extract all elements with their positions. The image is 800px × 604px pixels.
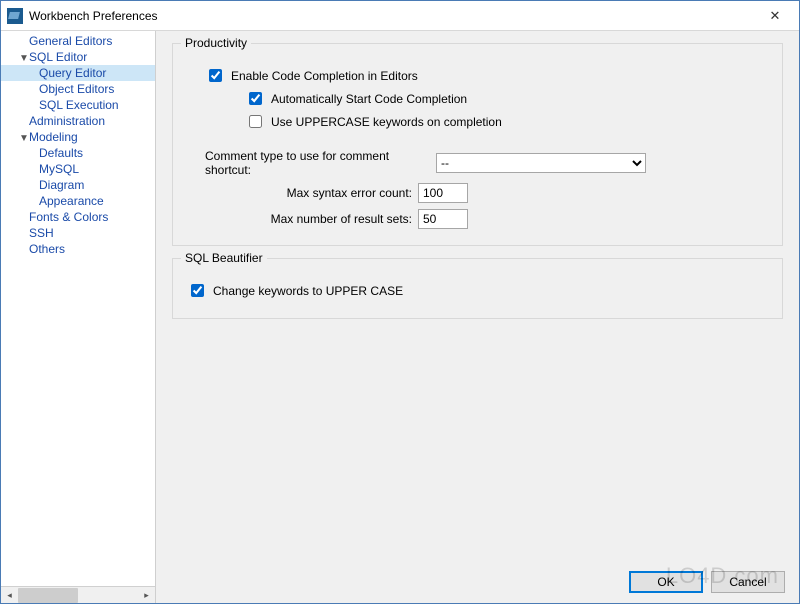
enable-cc-label[interactable]: Enable Code Completion in Editors: [231, 69, 418, 83]
max-syntax-row: Max syntax error count:: [187, 183, 768, 203]
max-results-label: Max number of result sets:: [187, 212, 412, 226]
sidebar-item-diagram[interactable]: Diagram: [1, 177, 155, 193]
sidebar-item-label: Modeling: [29, 130, 78, 144]
productivity-group: Productivity Enable Code Completion in E…: [172, 43, 783, 246]
max-results-row: Max number of result sets:: [187, 209, 768, 229]
sidebar-item-query-editor[interactable]: Query Editor: [1, 65, 155, 81]
sidebar-item-label: Fonts & Colors: [29, 210, 108, 224]
tree-arrow-icon: ▼: [19, 52, 29, 66]
tree-arrow-icon: ▼: [19, 132, 29, 146]
beautifier-upper-checkbox[interactable]: [191, 284, 204, 297]
sidebar-item-sql-execution[interactable]: SQL Execution: [1, 97, 155, 113]
sidebar-item-label: SQL Editor: [29, 50, 87, 64]
preferences-window: Workbench Preferences ✕ General Editors▼…: [0, 0, 800, 604]
uppercase-checkbox[interactable]: [249, 115, 262, 128]
sidebar-item-label: SSH: [29, 226, 54, 240]
sidebar-item-mysql[interactable]: MySQL: [1, 161, 155, 177]
productivity-legend: Productivity: [181, 36, 251, 50]
sidebar: General Editors▼SQL EditorQuery EditorOb…: [1, 31, 156, 603]
window-body: General Editors▼SQL EditorQuery EditorOb…: [1, 31, 799, 603]
scroll-right-button[interactable]: ▸: [138, 588, 155, 603]
max-syntax-label: Max syntax error count:: [187, 186, 412, 200]
comment-type-row: Comment type to use for comment shortcut…: [187, 149, 768, 177]
beautifier-upper-label[interactable]: Change keywords to UPPER CASE: [213, 284, 403, 298]
content-panel: Productivity Enable Code Completion in E…: [156, 31, 799, 603]
sidebar-item-label: MySQL: [39, 162, 79, 176]
comment-type-select[interactable]: --: [436, 153, 646, 173]
beautifier-upper-row: Change keywords to UPPER CASE: [187, 281, 768, 300]
sidebar-item-sql-editor[interactable]: ▼SQL Editor: [1, 49, 155, 65]
sidebar-item-defaults[interactable]: Defaults: [1, 145, 155, 161]
sidebar-item-label: SQL Execution: [39, 98, 119, 112]
sidebar-tree: General Editors▼SQL EditorQuery EditorOb…: [1, 31, 155, 586]
sidebar-item-administration[interactable]: Administration: [1, 113, 155, 129]
app-icon: [7, 8, 23, 24]
beautifier-group: SQL Beautifier Change keywords to UPPER …: [172, 258, 783, 319]
sidebar-item-object-editors[interactable]: Object Editors: [1, 81, 155, 97]
max-results-input[interactable]: [418, 209, 468, 229]
max-syntax-input[interactable]: [418, 183, 468, 203]
scroll-left-button[interactable]: ◂: [1, 588, 18, 603]
enable-cc-checkbox[interactable]: [209, 69, 222, 82]
dialog-footer: OK Cancel: [629, 571, 785, 593]
close-button[interactable]: ✕: [757, 2, 793, 30]
uppercase-label[interactable]: Use UPPERCASE keywords on completion: [271, 115, 502, 129]
sidebar-item-general-editors[interactable]: General Editors: [1, 33, 155, 49]
sidebar-item-modeling[interactable]: ▼Modeling: [1, 129, 155, 145]
titlebar: Workbench Preferences ✕: [1, 1, 799, 31]
sidebar-item-label: Others: [29, 242, 65, 256]
auto-start-label[interactable]: Automatically Start Code Completion: [271, 92, 467, 106]
sidebar-item-others[interactable]: Others: [1, 241, 155, 257]
comment-type-label: Comment type to use for comment shortcut…: [205, 149, 430, 177]
ok-button[interactable]: OK: [629, 571, 703, 593]
uppercase-row: Use UPPERCASE keywords on completion: [245, 112, 768, 131]
sidebar-item-label: General Editors: [29, 34, 112, 48]
scroll-track[interactable]: [18, 588, 138, 603]
sidebar-item-fonts-colors[interactable]: Fonts & Colors: [1, 209, 155, 225]
cancel-button[interactable]: Cancel: [711, 571, 785, 593]
auto-start-checkbox[interactable]: [249, 92, 262, 105]
sidebar-item-appearance[interactable]: Appearance: [1, 193, 155, 209]
sidebar-scrollbar[interactable]: ◂ ▸: [1, 586, 155, 603]
sidebar-item-ssh[interactable]: SSH: [1, 225, 155, 241]
window-title: Workbench Preferences: [29, 9, 757, 23]
sidebar-item-label: Query Editor: [39, 66, 106, 80]
beautifier-legend: SQL Beautifier: [181, 251, 267, 265]
scroll-thumb[interactable]: [18, 588, 78, 603]
sidebar-item-label: Diagram: [39, 178, 84, 192]
auto-start-row: Automatically Start Code Completion: [245, 89, 768, 108]
sidebar-item-label: Administration: [29, 114, 105, 128]
sidebar-item-label: Appearance: [39, 194, 104, 208]
sidebar-item-label: Defaults: [39, 146, 83, 160]
sidebar-item-label: Object Editors: [39, 82, 114, 96]
enable-cc-row: Enable Code Completion in Editors: [205, 66, 768, 85]
